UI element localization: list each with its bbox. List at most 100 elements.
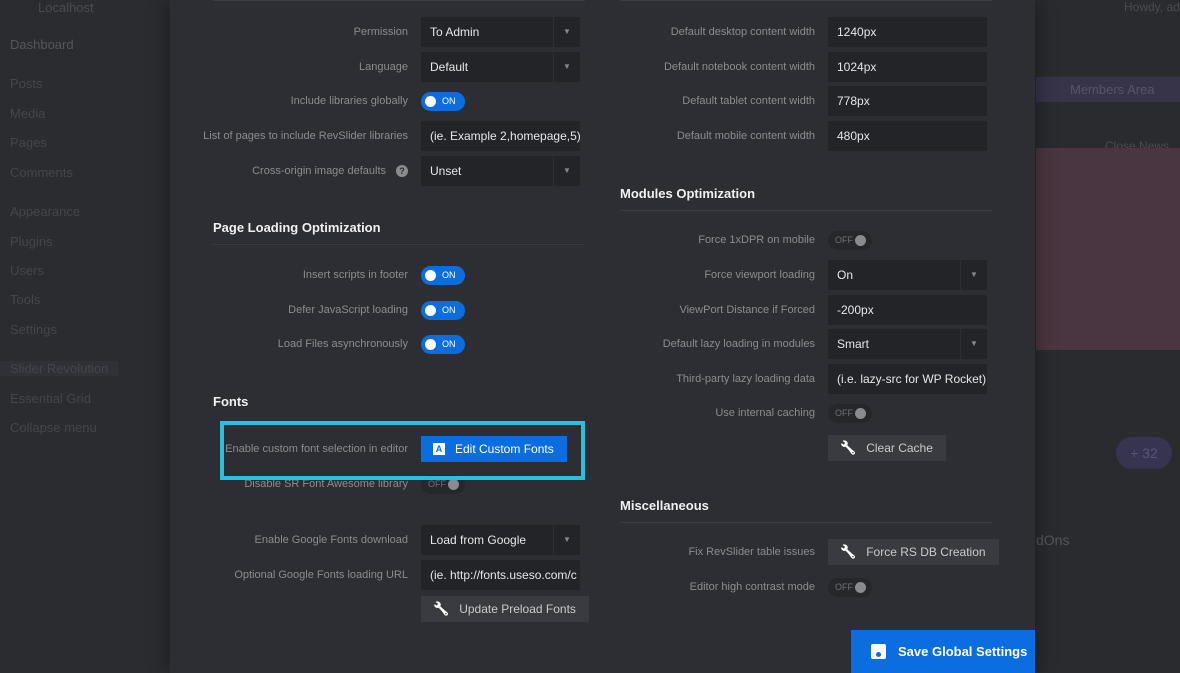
save-global-settings-button[interactable]: Save Global Settings bbox=[851, 630, 1035, 673]
divider bbox=[620, 210, 992, 211]
toggle-knob bbox=[448, 479, 459, 490]
setting-label: Include libraries globally bbox=[291, 86, 408, 116]
toggle-state: OFF bbox=[835, 235, 853, 245]
control: OFF bbox=[828, 572, 872, 602]
setting-label: Use internal caching bbox=[715, 398, 815, 428]
fonts-heading: Fonts bbox=[213, 394, 249, 409]
count-badge: + 32 bbox=[1116, 437, 1172, 469]
label-text: Insert scripts in footer bbox=[302, 269, 408, 281]
sidebar-item-collapse-menu[interactable]: Collapse menu bbox=[10, 420, 97, 435]
label-text: Permission bbox=[353, 26, 408, 38]
control: 778px bbox=[828, 86, 987, 116]
language-row: Language Default ▼ bbox=[8, 52, 580, 82]
cross-origin-image-defaults-select[interactable]: Unset ▼ bbox=[421, 156, 580, 186]
third-party-lazy-loading-data-input[interactable]: (i.e. lazy-src for WP Rocket) bbox=[828, 364, 987, 394]
default-notebook-content-width-row: Default notebook content width 1024px bbox=[415, 52, 987, 82]
label-text: Optional Google Fonts loading URL bbox=[234, 569, 408, 581]
setting-label: Default tablet content width bbox=[682, 86, 815, 116]
members-area-button[interactable]: Members Area bbox=[1036, 77, 1180, 102]
site-name: Localhost bbox=[38, 0, 94, 15]
divider bbox=[620, 0, 992, 1]
control: (i.e. lazy-src for WP Rocket) bbox=[828, 364, 987, 394]
include-libraries-globally-row: Include libraries globally ON bbox=[8, 86, 465, 116]
label-text: Cross-origin image defaults bbox=[252, 165, 386, 177]
sidebar-item-slider-revolution[interactable]: Slider Revolution bbox=[0, 361, 118, 376]
label-text: List of pages to include RevSlider libra… bbox=[203, 130, 408, 142]
divider bbox=[213, 0, 585, 1]
control: -200px bbox=[828, 295, 987, 325]
chevron-down-icon: ▼ bbox=[553, 156, 580, 186]
label-text: Fix RevSlider table issues bbox=[688, 546, 815, 558]
floppy-disk-icon bbox=[871, 644, 886, 659]
insert-scripts-in-footer-row: Insert scripts in footer ON bbox=[8, 260, 465, 290]
news-banner bbox=[1036, 148, 1180, 350]
update-preload-fonts-row: 🔧 Update Preload Fonts bbox=[8, 594, 589, 624]
setting-label: Enable Google Fonts download bbox=[255, 525, 409, 555]
label-text: ViewPort Distance if Forced bbox=[679, 304, 815, 316]
setting-label: Cross-origin image defaults? bbox=[252, 156, 408, 186]
default-lazy-loading-in-modules-select[interactable]: Smart ▼ bbox=[828, 329, 987, 359]
control: On ▼ bbox=[828, 260, 987, 290]
setting-label: Default mobile content width bbox=[677, 121, 815, 151]
defer-javascript-loading-row: Defer JavaScript loading ON bbox=[8, 295, 465, 325]
howdy-text: Howdy, ad bbox=[1124, 0, 1180, 14]
third-party-lazy-loading-data-row: Third-party lazy loading data (i.e. lazy-… bbox=[415, 364, 987, 394]
default-lazy-loading-in-modules-row: Default lazy loading in modules Smart ▼ bbox=[415, 329, 987, 359]
highlight-box bbox=[220, 421, 585, 480]
control: Smart ▼ bbox=[828, 329, 987, 359]
setting-label: ViewPort Distance if Forced bbox=[679, 295, 815, 325]
label-text: Default desktop content width bbox=[670, 26, 815, 38]
clear-cache-button[interactable]: 🔧 Clear Cache bbox=[828, 435, 946, 461]
addons-label: dOns bbox=[1036, 532, 1070, 548]
label-text: Force 1xDPR on mobile bbox=[698, 234, 815, 246]
setting-label: Fix RevSlider table issues bbox=[688, 537, 815, 567]
label-text: Enable Google Fonts download bbox=[254, 534, 409, 546]
setting-label: Default notebook content width bbox=[664, 52, 815, 82]
force-viewport-loading-row: Force viewport loading On ▼ bbox=[415, 260, 987, 290]
cross-origin-image-defaults-row: Cross-origin image defaults? Unset ▼ bbox=[8, 156, 580, 186]
save-label: Save Global Settings bbox=[898, 644, 1028, 659]
use-internal-caching-toggle[interactable]: OFF bbox=[828, 404, 872, 423]
default-desktop-content-width-row: Default desktop content width 1240px bbox=[415, 17, 987, 47]
wrench-icon: 🔧 bbox=[433, 601, 450, 616]
default-tablet-content-width-input[interactable]: 778px bbox=[828, 86, 987, 116]
default-desktop-content-width-input[interactable]: 1240px bbox=[828, 17, 987, 47]
viewport-distance-if-forced-input[interactable]: -200px bbox=[828, 295, 987, 325]
default-mobile-content-width-input[interactable]: 480px bbox=[828, 121, 987, 151]
wrench-icon: 🔧 bbox=[840, 440, 857, 455]
editor-high-contrast-mode-toggle[interactable]: OFF bbox=[828, 578, 872, 597]
help-icon[interactable]: ? bbox=[396, 165, 408, 177]
control: OFF bbox=[828, 225, 872, 255]
fix-revslider-table-issues-row: Fix RevSlider table issues 🔧 Force RS DB C… bbox=[415, 537, 999, 567]
label-text: Load Files asynchronously bbox=[277, 338, 408, 350]
sidebar-item-appearance[interactable]: Appearance bbox=[10, 204, 80, 219]
setting-label: Language bbox=[359, 52, 408, 82]
toggle-knob bbox=[855, 235, 866, 246]
setting-label: Insert scripts in footer bbox=[303, 260, 408, 290]
chevron-down-icon: ▼ bbox=[960, 329, 987, 359]
control: 🔧 Force RS DB Creation bbox=[828, 537, 999, 567]
optional-google-fonts-loading-url-row: Optional Google Fonts loading URL (ie. ht… bbox=[8, 560, 580, 590]
sidebar-item-essential-grid[interactable]: Essential Grid bbox=[10, 391, 91, 406]
force-1xdpr-on-mobile-toggle[interactable]: OFF bbox=[828, 231, 872, 250]
button-label: Clear Cache bbox=[866, 441, 933, 455]
label-text: Include libraries globally bbox=[290, 95, 408, 107]
force-viewport-loading-select[interactable]: On ▼ bbox=[828, 260, 987, 290]
setting-label: Force viewport loading bbox=[704, 260, 815, 290]
label-text: Default notebook content width bbox=[663, 61, 815, 73]
control: 🔧 Clear Cache bbox=[828, 433, 946, 463]
setting-label: Default lazy loading in modules bbox=[663, 329, 815, 359]
force-rs-db-creation-button[interactable]: 🔧 Force RS DB Creation bbox=[828, 539, 999, 565]
setting-label: Load Files asynchronously bbox=[278, 329, 408, 359]
control: 1024px bbox=[828, 52, 987, 82]
control: Unset ▼ bbox=[421, 156, 580, 186]
toggle-state: OFF bbox=[835, 408, 853, 418]
force-1xdpr-on-mobile-row: Force 1xDPR on mobile OFF bbox=[415, 225, 872, 255]
default-tablet-content-width-row: Default tablet content width 778px bbox=[415, 86, 987, 116]
label-text: Default lazy loading in modules bbox=[662, 338, 815, 350]
default-notebook-content-width-input[interactable]: 1024px bbox=[828, 52, 987, 82]
page-loading-heading: Page Loading Optimization bbox=[213, 220, 381, 235]
sidebar-item-plugins[interactable]: Plugins bbox=[10, 234, 53, 249]
divider bbox=[620, 522, 992, 523]
enable-google-fonts-download-row: Enable Google Fonts download Load from Go… bbox=[8, 525, 580, 555]
